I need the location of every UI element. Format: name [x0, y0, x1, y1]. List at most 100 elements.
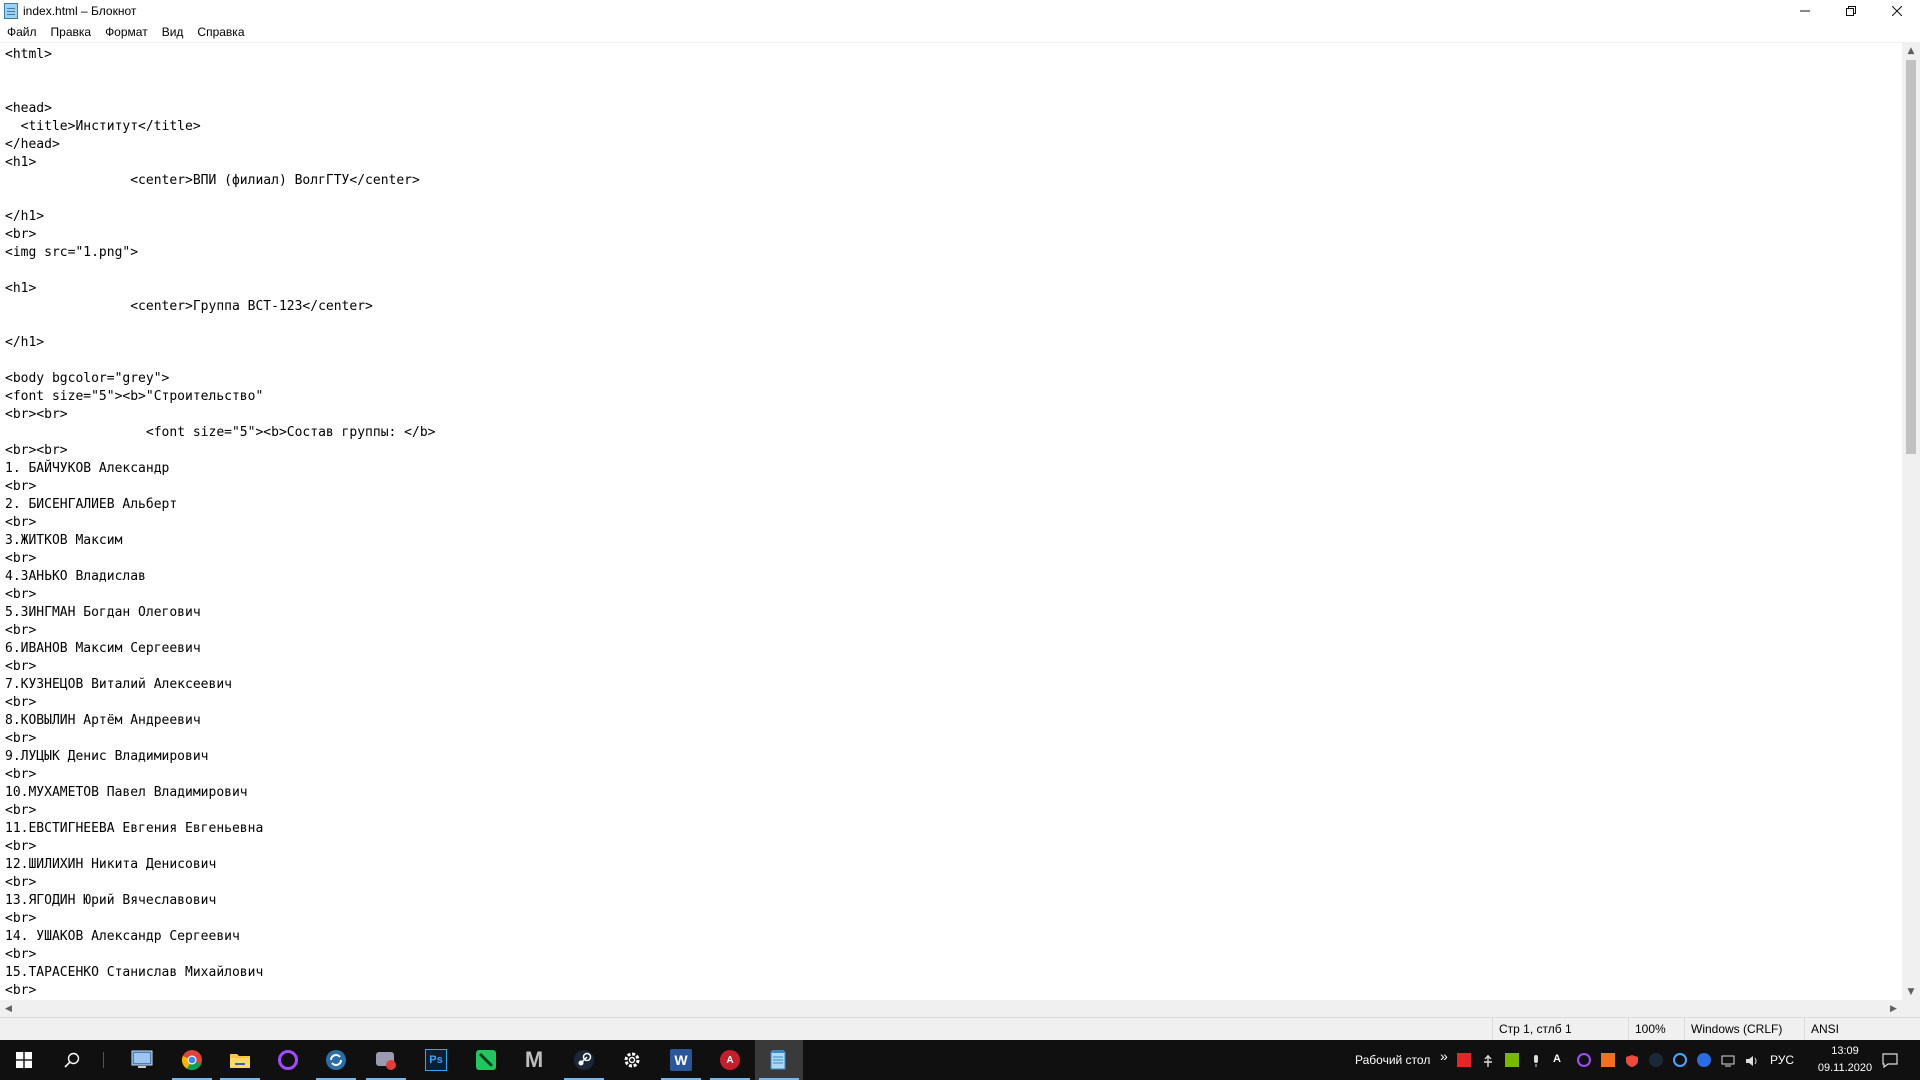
- taskbar-chrome[interactable]: [168, 1040, 216, 1080]
- toolbar-chevron-icon[interactable]: »: [1440, 1048, 1448, 1064]
- menu-help[interactable]: Справка: [190, 22, 251, 42]
- editor-line[interactable]: 9.ЛУЦЫК Денис Владимирович: [5, 748, 1902, 766]
- editor-line[interactable]: 5.ЗИНГМАН Богдан Олегович: [5, 604, 1902, 622]
- editor-line[interactable]: 12.ШИЛИХИН Никита Денисович: [5, 856, 1902, 874]
- tray-blue-icon[interactable]: [1697, 1053, 1711, 1067]
- tray-usb-icon[interactable]: [1481, 1053, 1495, 1067]
- editor-text[interactable]: <html>​​<head> <title>Институт</title></…: [0, 43, 1902, 1000]
- editor-line[interactable]: <br>: [5, 910, 1902, 928]
- editor-line[interactable]: <br>: [5, 226, 1902, 244]
- editor-line[interactable]: <h1>: [5, 280, 1902, 298]
- title-bar[interactable]: index.html – Блокнот: [0, 0, 1920, 22]
- scroll-up-icon[interactable]: ▲: [1902, 42, 1920, 59]
- editor-line[interactable]: ​: [5, 190, 1902, 208]
- editor-line[interactable]: <br>: [5, 874, 1902, 892]
- editor-line[interactable]: 1. БАЙЧУКОВ Александр: [5, 460, 1902, 478]
- editor-line[interactable]: 15.ТАРАСЕНКО Станислав Михайлович: [5, 964, 1902, 982]
- taskbar-computer[interactable]: [118, 1040, 166, 1080]
- menu-format[interactable]: Формат: [98, 22, 155, 42]
- taskbar-phone-app[interactable]: [462, 1040, 510, 1080]
- editor-line[interactable]: 14. УШАКОВ Александр Сергеевич: [5, 928, 1902, 946]
- tray-network-icon[interactable]: [1721, 1053, 1735, 1067]
- tray-nvidia-icon[interactable]: [1505, 1053, 1519, 1067]
- scroll-left-icon[interactable]: ◀: [0, 1000, 17, 1017]
- editor-line[interactable]: <h1>: [5, 154, 1902, 172]
- taskbar-search-button[interactable]: [48, 1040, 96, 1080]
- taskbar-game-app[interactable]: [362, 1040, 410, 1080]
- taskbar-word[interactable]: W: [657, 1040, 705, 1080]
- editor-line[interactable]: <br><br>: [5, 442, 1902, 460]
- tray-red-icon[interactable]: [1457, 1053, 1471, 1067]
- tray-a-icon[interactable]: A: [1553, 1053, 1567, 1067]
- editor-line[interactable]: <br><br>: [5, 406, 1902, 424]
- editor-line[interactable]: <font size="5"><b>Состав группы: </b>: [5, 424, 1902, 442]
- menu-view[interactable]: Вид: [155, 22, 191, 42]
- editor-line[interactable]: 10.МУХАМЕТОВ Павел Владимирович: [5, 784, 1902, 802]
- tray-volume-icon[interactable]: [1745, 1053, 1759, 1067]
- action-center-icon[interactable]: [1882, 1052, 1898, 1069]
- editor-line[interactable]: <center>Группа ВСТ-123</center>: [5, 298, 1902, 316]
- editor-line[interactable]: <html>: [5, 46, 1902, 64]
- text-editor-area[interactable]: <html>​​<head> <title>Институт</title></…: [0, 42, 1902, 1001]
- tray-orange-icon[interactable]: [1601, 1053, 1615, 1067]
- tray-shield-icon[interactable]: [1625, 1053, 1639, 1067]
- vertical-scrollbar[interactable]: ▲ ▼: [1902, 42, 1920, 1000]
- menu-edit[interactable]: Правка: [44, 22, 99, 42]
- clock-date[interactable]: 09.11.2020: [1803, 1062, 1887, 1074]
- editor-line[interactable]: ​: [5, 262, 1902, 280]
- minimize-button[interactable]: [1782, 0, 1828, 22]
- tray-steam-icon[interactable]: [1649, 1053, 1663, 1067]
- restore-button[interactable]: [1828, 0, 1874, 22]
- editor-line[interactable]: <br>: [5, 586, 1902, 604]
- editor-line[interactable]: 3.ЖИТКОВ Максим: [5, 532, 1902, 550]
- taskbar-steam[interactable]: [560, 1040, 608, 1080]
- editor-line[interactable]: <br>: [5, 730, 1902, 748]
- tray-sync-icon[interactable]: [1673, 1053, 1687, 1067]
- editor-line[interactable]: <font size="5"><b>"Строительство": [5, 388, 1902, 406]
- editor-line[interactable]: <center>ВПИ (филиал) ВолгГТУ</center>: [5, 172, 1902, 190]
- editor-line[interactable]: ​: [5, 82, 1902, 100]
- editor-line[interactable]: ​: [5, 64, 1902, 82]
- editor-line[interactable]: <br>: [5, 694, 1902, 712]
- editor-line[interactable]: <title>Институт</title>: [5, 118, 1902, 136]
- taskbar-m-app[interactable]: M: [510, 1040, 558, 1080]
- editor-line[interactable]: 13.ЯГОДИН Юрий Вячеславович: [5, 892, 1902, 910]
- taskbar-file-explorer[interactable]: [216, 1040, 264, 1080]
- taskbar-sync-app[interactable]: [312, 1040, 360, 1080]
- editor-line[interactable]: <br>: [5, 658, 1902, 676]
- scroll-down-icon[interactable]: ▼: [1902, 983, 1920, 1000]
- taskbar-settings[interactable]: [608, 1040, 656, 1080]
- editor-line[interactable]: 6.ИВАНОВ Максим Сергеевич: [5, 640, 1902, 658]
- close-button[interactable]: [1874, 0, 1920, 22]
- tray-circle-icon[interactable]: [1577, 1053, 1591, 1067]
- language-indicator[interactable]: РУС: [1770, 1053, 1794, 1067]
- editor-line[interactable]: <img src="1.png">: [5, 244, 1902, 262]
- editor-line[interactable]: ​: [5, 316, 1902, 334]
- editor-line[interactable]: <br>: [5, 622, 1902, 640]
- editor-line[interactable]: <br>: [5, 766, 1902, 784]
- editor-line[interactable]: ​: [5, 352, 1902, 370]
- editor-line[interactable]: </h1>: [5, 208, 1902, 226]
- taskbar-circle-app[interactable]: [264, 1040, 312, 1080]
- editor-line[interactable]: <head>: [5, 100, 1902, 118]
- editor-line[interactable]: <br>: [5, 838, 1902, 856]
- tray-microphone-icon[interactable]: [1529, 1053, 1543, 1067]
- desktop-toolbar-label[interactable]: Рабочий стол: [1355, 1053, 1430, 1067]
- start-button[interactable]: [0, 1040, 48, 1080]
- editor-line[interactable]: <br>: [5, 478, 1902, 496]
- editor-line[interactable]: <br>: [5, 946, 1902, 964]
- editor-line[interactable]: <br>: [5, 802, 1902, 820]
- editor-line[interactable]: 4.ЗАНЬКО Владислав: [5, 568, 1902, 586]
- editor-line[interactable]: 7.КУЗНЕЦОВ Виталий Алексеевич: [5, 676, 1902, 694]
- vertical-scroll-thumb[interactable]: [1906, 60, 1916, 454]
- editor-line[interactable]: 11.ЕВСТИГНЕЕВА Евгения Евгеньевна: [5, 820, 1902, 838]
- clock-time[interactable]: 13:09: [1817, 1045, 1873, 1057]
- taskbar-red-app[interactable]: A: [706, 1040, 754, 1080]
- editor-line[interactable]: 8.КОВЫЛИН Артём Андреевич: [5, 712, 1902, 730]
- taskbar-photoshop[interactable]: Ps: [412, 1040, 460, 1080]
- editor-line[interactable]: <body bgcolor="grey">: [5, 370, 1902, 388]
- editor-line[interactable]: <br>: [5, 514, 1902, 532]
- editor-line[interactable]: <br>: [5, 982, 1902, 1000]
- editor-line[interactable]: 2. БИСЕНГАЛИЕВ Альберт: [5, 496, 1902, 514]
- scroll-right-icon[interactable]: ▶: [1885, 1000, 1902, 1017]
